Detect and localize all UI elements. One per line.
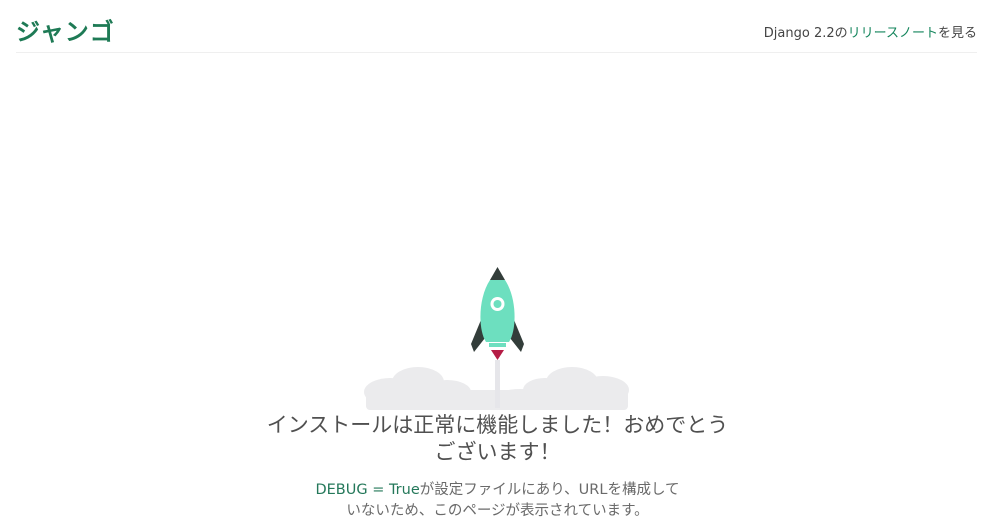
exhaust-trail — [495, 360, 500, 408]
title-line-1: インストールは正常に機能しました！おめでとう — [266, 413, 729, 437]
success-title: インストールは正常に機能しました！おめでとう ございます！ — [0, 412, 995, 466]
title-line-2: ございます！ — [434, 440, 561, 464]
subtitle-line-1-rest: が設定ファイルにあり、URLを構成して — [419, 482, 680, 498]
subtitle-line-2: いないため、このページが表示されています。 — [346, 503, 649, 519]
debug-explanation: DEBUG = Trueが設定ファイルにあり、URLを構成して いないため、この… — [0, 480, 995, 522]
subtitle-line-1: DEBUG = Trueが設定ファイルにあり、URLを構成して — [0, 480, 995, 501]
rocket-icon — [471, 267, 524, 360]
debug-setting-code: DEBUG = True — [315, 482, 420, 498]
